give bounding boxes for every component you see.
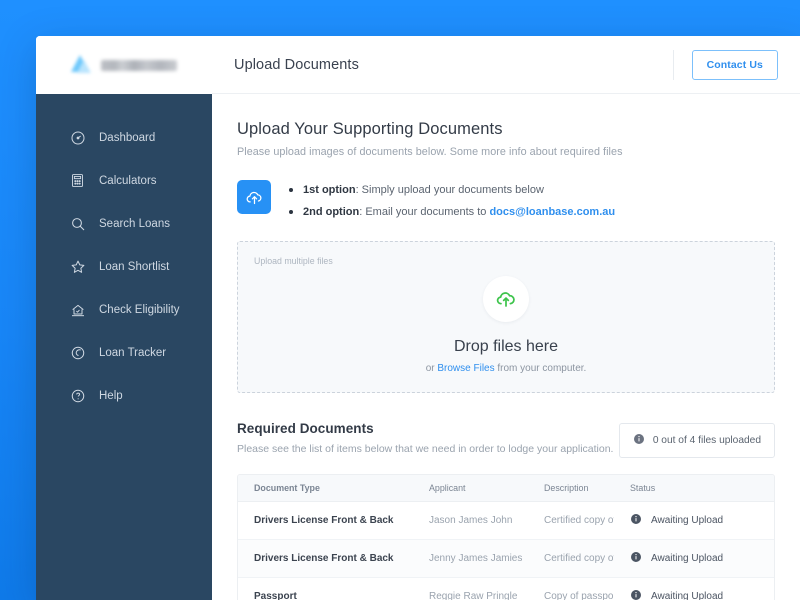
cell-description: Certified copy of drivers license [528, 514, 614, 528]
section-heading: Upload Your Supporting Documents [237, 120, 775, 139]
dropzone-sub-prefix: or [426, 363, 438, 374]
main-pane: Upload Documents Contact Us Upload Your … [212, 36, 800, 600]
status-label: Awaiting Upload [651, 591, 723, 600]
table-row[interactable]: Drivers License Front & Back Jenny James… [238, 540, 774, 578]
sidebar-item-search-loans[interactable]: Search Loans [36, 202, 212, 245]
dropzone-subtitle: or Browse Files from your computer. [426, 363, 587, 374]
sidebar-item-loan-tracker[interactable]: Loan Tracker [36, 331, 212, 374]
column-header-document-type: Document Type [238, 483, 413, 493]
sidebar-item-loan-shortlist[interactable]: Loan Shortlist [36, 245, 212, 288]
cell-document-type: Drivers License Front & Back [238, 553, 413, 564]
description-text: Certified copy of drivers license [544, 515, 614, 526]
gauge-icon [69, 129, 86, 146]
cell-description: Certified copy of drivers license [528, 553, 614, 564]
sidebar-item-dashboard[interactable]: Dashboard [36, 116, 212, 159]
option-text: : Email your documents to [359, 206, 489, 218]
sidebar-item-label: Loan Shortlist [99, 261, 169, 273]
cloud-upload-green-icon [495, 288, 517, 310]
cell-description: Copy of passport [528, 591, 614, 600]
cell-applicant: Reggie Raw Pringle [413, 591, 528, 600]
cell-status: Awaiting Upload [614, 551, 774, 566]
option-item: 1st option: Simply upload your documents… [289, 181, 615, 199]
dropzone-center: Drop files here or Browse Files from you… [238, 276, 774, 374]
divider [673, 50, 674, 80]
option-text: : Simply upload your documents below [356, 184, 544, 196]
bullet-icon [289, 210, 293, 214]
cell-document-type: Drivers License Front & Back [238, 515, 413, 526]
contact-us-button[interactable]: Contact Us [692, 50, 778, 80]
column-header-status: Status [614, 483, 774, 493]
section-subheading: Please upload images of documents below.… [237, 146, 775, 158]
logo[interactable] [36, 36, 212, 94]
sidebar-item-help[interactable]: Help [36, 374, 212, 417]
sidebar-item-label: Check Eligibility [99, 304, 180, 316]
sidebar: Dashboard Calculators Search Loans [36, 36, 212, 600]
topbar-actions: Contact Us [673, 36, 778, 93]
calculator-icon [69, 172, 86, 189]
house-check-icon [69, 301, 86, 318]
options-list: 1st option: Simply upload your documents… [289, 181, 615, 221]
brand-wordmark [101, 60, 177, 71]
file-dropzone[interactable]: Upload multiple files Drop files here or… [237, 241, 775, 393]
table-row[interactable]: Drivers License Front & Back Jason James… [238, 502, 774, 540]
browse-files-link[interactable]: Browse Files [437, 363, 494, 374]
column-header-applicant: Applicant [413, 483, 528, 493]
sidebar-item-check-eligibility[interactable]: Check Eligibility [36, 288, 212, 331]
status-icon [630, 589, 642, 600]
table-header-row: Document Type Applicant Description Stat… [238, 475, 774, 502]
tracker-icon [69, 344, 86, 361]
info-icon [633, 433, 645, 448]
description-text: Certified copy of drivers license [544, 553, 614, 564]
required-subtitle: Please see the list of items below that … [237, 443, 619, 455]
required-documents-table: Document Type Applicant Description Stat… [237, 474, 775, 600]
cell-status: Awaiting Upload [614, 513, 774, 528]
cloud-upload-icon [237, 180, 271, 214]
email-link[interactable]: docs@loanbase.com.au [489, 206, 615, 218]
status-icon [630, 513, 642, 528]
sidebar-item-label: Help [99, 390, 123, 402]
sidebar-item-label: Search Loans [99, 218, 170, 230]
search-icon [69, 215, 86, 232]
table-row[interactable]: Passport Reggie Raw Pringle Copy of pass… [238, 578, 774, 600]
column-header-description: Description [528, 483, 614, 493]
required-title: Required Documents [237, 421, 619, 436]
upload-count-badge: 0 out of 4 files uploaded [619, 423, 775, 458]
status-label: Awaiting Upload [651, 553, 723, 564]
badge-label: 0 out of 4 files uploaded [653, 435, 761, 446]
cell-status: Awaiting Upload [614, 589, 774, 600]
content-area: Upload Your Supporting Documents Please … [212, 94, 800, 600]
required-documents-header: Required Documents Please see the list o… [237, 421, 775, 458]
page-title: Upload Documents [234, 57, 359, 73]
cell-applicant: Jason James John [413, 515, 528, 526]
question-circle-icon [69, 387, 86, 404]
dropzone-sub-suffix: from your computer. [495, 363, 587, 374]
topbar: Upload Documents Contact Us [212, 36, 800, 94]
sidebar-nav: Dashboard Calculators Search Loans [36, 94, 212, 600]
option-item: 2nd option: Email your documents to docs… [289, 203, 615, 221]
dropzone-label: Upload multiple files [254, 256, 333, 266]
option-label: 2nd option [303, 206, 359, 218]
brand-logo-icon [68, 54, 94, 76]
status-label: Awaiting Upload [651, 515, 723, 526]
dropzone-title: Drop files here [454, 338, 558, 356]
star-icon [69, 258, 86, 275]
upload-options: 1st option: Simply upload your documents… [237, 180, 775, 221]
sidebar-item-calculators[interactable]: Calculators [36, 159, 212, 202]
sidebar-item-label: Loan Tracker [99, 347, 166, 359]
sidebar-item-label: Calculators [99, 175, 157, 187]
cell-applicant: Jenny James Jamies [413, 553, 528, 564]
option-label: 1st option [303, 184, 356, 196]
status-icon [630, 551, 642, 566]
bullet-icon [289, 188, 293, 192]
dropzone-icon-circle [483, 276, 529, 322]
description-text: Copy of passport [544, 591, 614, 600]
cell-document-type: Passport [238, 591, 413, 600]
sidebar-item-label: Dashboard [99, 132, 155, 144]
app-window: Dashboard Calculators Search Loans [36, 36, 800, 600]
